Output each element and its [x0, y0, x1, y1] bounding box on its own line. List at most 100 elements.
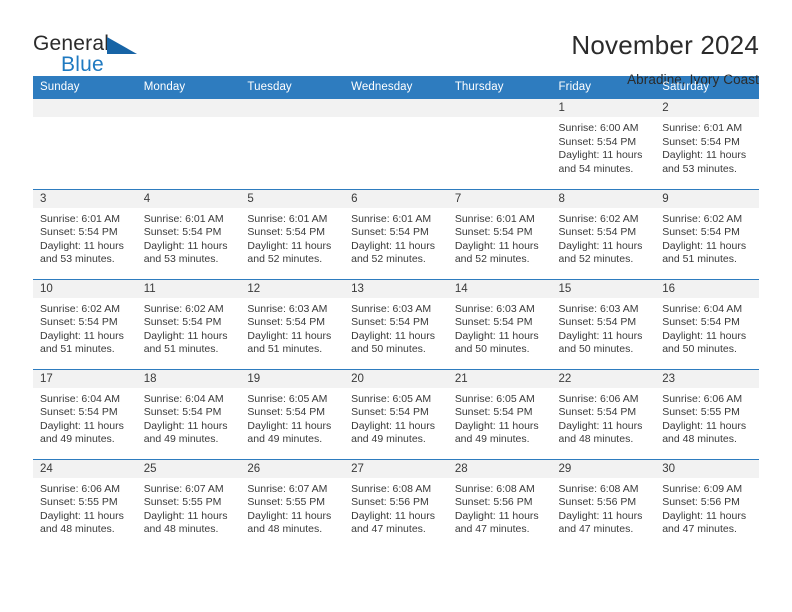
day-number: 4: [136, 189, 241, 208]
calendar-day-cell[interactable]: 28 Sunrise: 6:08 AM Sunset: 5:56 PM Dayligh…: [447, 458, 552, 549]
sunset-text: Sunset: 5:54 PM: [454, 226, 533, 239]
daylight-text: Daylight: 11 hours and 49 minutes.: [351, 419, 435, 446]
calendar-day-cell[interactable]: 11 Sunrise: 6:02 AM Sunset: 5:54 PM Dayligh…: [136, 278, 241, 369]
calendar-day-cell[interactable]: 5 Sunrise: 6:01 AM Sunset: 5:54 PM Daylight…: [240, 188, 345, 279]
calendar-day-cell[interactable]: 26 Sunrise: 6:07 AM Sunset: 5:55 PM Dayligh…: [240, 458, 345, 549]
day-number: 9: [655, 189, 759, 208]
day-details: Sunrise: 6:08 AM Sunset: 5:56 PM Daylight:…: [448, 478, 552, 537]
sunset-text: Sunset: 5:54 PM: [351, 316, 429, 329]
calendar-day-cell[interactable]: 22 Sunrise: 6:06 AM Sunset: 5:54 PM Dayligh…: [551, 368, 656, 459]
sunrise-text: Sunrise: 6:02 AM: [662, 212, 743, 225]
calendar-day-cell[interactable]: 14 Sunrise: 6:03 AM Sunset: 5:54 PM Dayligh…: [447, 278, 552, 369]
calendar-day-cell[interactable]: 24 Sunrise: 6:06 AM Sunset: 5:55 PM Dayligh…: [33, 458, 137, 549]
day-details: Sunrise: 6:03 AM Sunset: 5:54 PM Daylight:…: [240, 298, 344, 357]
calendar-day-cell[interactable]: 1 Sunrise: 6:00 AM Sunset: 5:54 PM Daylight…: [551, 99, 656, 189]
day-number: [447, 99, 552, 117]
daylight-text: Daylight: 11 hours and 53 minutes.: [143, 239, 228, 266]
calendar-day-cell[interactable]: 20 Sunrise: 6:05 AM Sunset: 5:54 PM Dayligh…: [344, 368, 448, 459]
calendar-day-cell[interactable]: 10 Sunrise: 6:02 AM Sunset: 5:54 PM Dayligh…: [33, 278, 137, 369]
calendar-day-cell-empty: [344, 99, 448, 189]
daylight-text: Daylight: 11 hours and 53 minutes.: [662, 149, 747, 175]
calendar-day-cell[interactable]: 2 Sunrise: 6:01 AM Sunset: 5:54 PM Daylight…: [655, 99, 759, 189]
day-details: Sunrise: 6:04 AM Sunset: 5:54 PM Daylight:…: [33, 388, 137, 447]
calendar-day-cell[interactable]: 25 Sunrise: 6:07 AM Sunset: 5:55 PM Dayligh…: [136, 458, 241, 549]
day-details: Sunrise: 6:06 AM Sunset: 5:55 PM Daylight:…: [33, 478, 137, 537]
sunset-text: Sunset: 5:56 PM: [351, 496, 429, 509]
calendar-day-cell-empty: [136, 99, 241, 189]
daylight-text: Daylight: 11 hours and 53 minutes.: [40, 239, 124, 266]
calendar-day-cell[interactable]: 21 Sunrise: 6:05 AM Sunset: 5:54 PM Dayligh…: [447, 368, 552, 459]
day-details: Sunrise: 6:08 AM Sunset: 5:56 PM Daylight:…: [552, 478, 656, 537]
day-details: Sunrise: 6:02 AM Sunset: 5:54 PM Daylight:…: [552, 208, 656, 267]
day-details: Sunrise: 6:02 AM Sunset: 5:54 PM Daylight:…: [33, 298, 137, 357]
day-details: Sunrise: 6:02 AM Sunset: 5:54 PM Daylight:…: [137, 298, 241, 357]
day-number: 16: [655, 279, 759, 298]
day-number: 13: [344, 279, 448, 298]
daylight-text: Daylight: 11 hours and 48 minutes.: [143, 509, 228, 536]
sunset-text: Sunset: 5:54 PM: [662, 135, 740, 148]
calendar-day-cell[interactable]: 4 Sunrise: 6:01 AM Sunset: 5:54 PM Daylight…: [136, 188, 241, 279]
day-number: [136, 99, 241, 117]
day-number: 12: [240, 279, 345, 298]
day-number: 11: [136, 279, 241, 298]
sunset-text: Sunset: 5:54 PM: [247, 226, 326, 239]
sunrise-text: Sunrise: 6:01 AM: [247, 212, 328, 225]
calendar-day-cell[interactable]: 18 Sunrise: 6:04 AM Sunset: 5:54 PM Dayligh…: [136, 368, 241, 459]
daylight-text: Daylight: 11 hours and 54 minutes.: [558, 149, 643, 175]
calendar-day-cell[interactable]: 23 Sunrise: 6:06 AM Sunset: 5:55 PM Dayligh…: [655, 368, 759, 459]
calendar-day-cell[interactable]: 30 Sunrise: 6:09 AM Sunset: 5:56 PM Dayligh…: [655, 458, 759, 549]
day-number: 20: [344, 369, 448, 388]
calendar-week-row: 17 Sunrise: 6:04 AM Sunset: 5:54 PM Dayligh…: [33, 368, 759, 459]
calendar-day-cell[interactable]: 17 Sunrise: 6:04 AM Sunset: 5:54 PM Dayligh…: [33, 368, 137, 459]
day-number: 8: [551, 189, 656, 208]
day-details: Sunrise: 6:06 AM Sunset: 5:54 PM Daylight:…: [552, 388, 656, 447]
day-number: 29: [551, 459, 656, 478]
calendar-day-cell[interactable]: 16 Sunrise: 6:04 AM Sunset: 5:54 PM Dayligh…: [655, 278, 759, 369]
calendar-day-cell[interactable]: 13 Sunrise: 6:03 AM Sunset: 5:54 PM Dayligh…: [344, 278, 448, 369]
day-details: Sunrise: 6:01 AM Sunset: 5:54 PM Daylight:…: [240, 208, 344, 267]
calendar-day-cell[interactable]: 8 Sunrise: 6:02 AM Sunset: 5:54 PM Daylight…: [551, 188, 656, 279]
brand-logo[interactable]: General Blue: [33, 30, 153, 78]
day-number: 2: [655, 99, 759, 117]
day-details: Sunrise: 6:01 AM Sunset: 5:54 PM Daylight:…: [137, 208, 241, 267]
day-details: Sunrise: 6:02 AM Sunset: 5:54 PM Daylight:…: [655, 208, 759, 267]
day-number: 10: [33, 279, 137, 298]
brand-name-blue: Blue: [61, 53, 104, 76]
daylight-text: Daylight: 11 hours and 48 minutes.: [247, 509, 332, 536]
weekday-header-tuesday: Tuesday: [240, 76, 345, 99]
day-number: 22: [551, 369, 656, 388]
day-number: [344, 99, 448, 117]
day-details: Sunrise: 6:03 AM Sunset: 5:54 PM Daylight:…: [552, 298, 656, 357]
calendar-day-cell[interactable]: 29 Sunrise: 6:08 AM Sunset: 5:56 PM Dayligh…: [551, 458, 656, 549]
calendar-day-cell[interactable]: 6 Sunrise: 6:01 AM Sunset: 5:54 PM Daylight…: [344, 188, 448, 279]
calendar-day-cell[interactable]: 9 Sunrise: 6:02 AM Sunset: 5:54 PM Daylight…: [655, 188, 759, 279]
sunset-text: Sunset: 5:54 PM: [662, 226, 740, 239]
sunset-text: Sunset: 5:56 PM: [558, 496, 637, 509]
sunrise-text: Sunrise: 6:03 AM: [247, 302, 328, 315]
day-details: Sunrise: 6:07 AM Sunset: 5:55 PM Daylight:…: [240, 478, 344, 537]
calendar-day-cell[interactable]: 27 Sunrise: 6:08 AM Sunset: 5:56 PM Dayligh…: [344, 458, 448, 549]
calendar-day-cell[interactable]: 7 Sunrise: 6:01 AM Sunset: 5:54 PM Daylight…: [447, 188, 552, 279]
sunset-text: Sunset: 5:54 PM: [558, 316, 637, 329]
sunrise-text: Sunrise: 6:08 AM: [558, 482, 639, 495]
sunset-text: Sunset: 5:54 PM: [662, 316, 740, 329]
sunset-text: Sunset: 5:54 PM: [40, 406, 118, 419]
daylight-text: Daylight: 11 hours and 50 minutes.: [558, 329, 643, 356]
day-details: Sunrise: 6:08 AM Sunset: 5:56 PM Daylight:…: [344, 478, 448, 537]
day-details: Sunrise: 6:09 AM Sunset: 5:56 PM Daylight:…: [655, 478, 759, 537]
calendar-day-cell[interactable]: 15 Sunrise: 6:03 AM Sunset: 5:54 PM Dayligh…: [551, 278, 656, 369]
calendar-week-row: 10 Sunrise: 6:02 AM Sunset: 5:54 PM Dayligh…: [33, 278, 759, 369]
day-details: Sunrise: 6:03 AM Sunset: 5:54 PM Daylight:…: [344, 298, 448, 357]
calendar-day-cell[interactable]: 3 Sunrise: 6:01 AM Sunset: 5:54 PM Daylight…: [33, 188, 137, 279]
calendar-day-cell[interactable]: 12 Sunrise: 6:03 AM Sunset: 5:54 PM Dayligh…: [240, 278, 345, 369]
calendar-day-cell[interactable]: 19 Sunrise: 6:05 AM Sunset: 5:54 PM Dayligh…: [240, 368, 345, 459]
day-number: 15: [551, 279, 656, 298]
title-block: November 2024 Abradine, Ivory Coast: [571, 30, 759, 88]
sunrise-text: Sunrise: 6:06 AM: [40, 482, 120, 495]
day-number: [33, 99, 137, 117]
sunrise-text: Sunrise: 6:02 AM: [143, 302, 224, 315]
sunset-text: Sunset: 5:54 PM: [143, 226, 222, 239]
sunset-text: Sunset: 5:54 PM: [40, 226, 118, 239]
day-number: 25: [136, 459, 241, 478]
sunrise-text: Sunrise: 6:01 AM: [143, 212, 224, 225]
